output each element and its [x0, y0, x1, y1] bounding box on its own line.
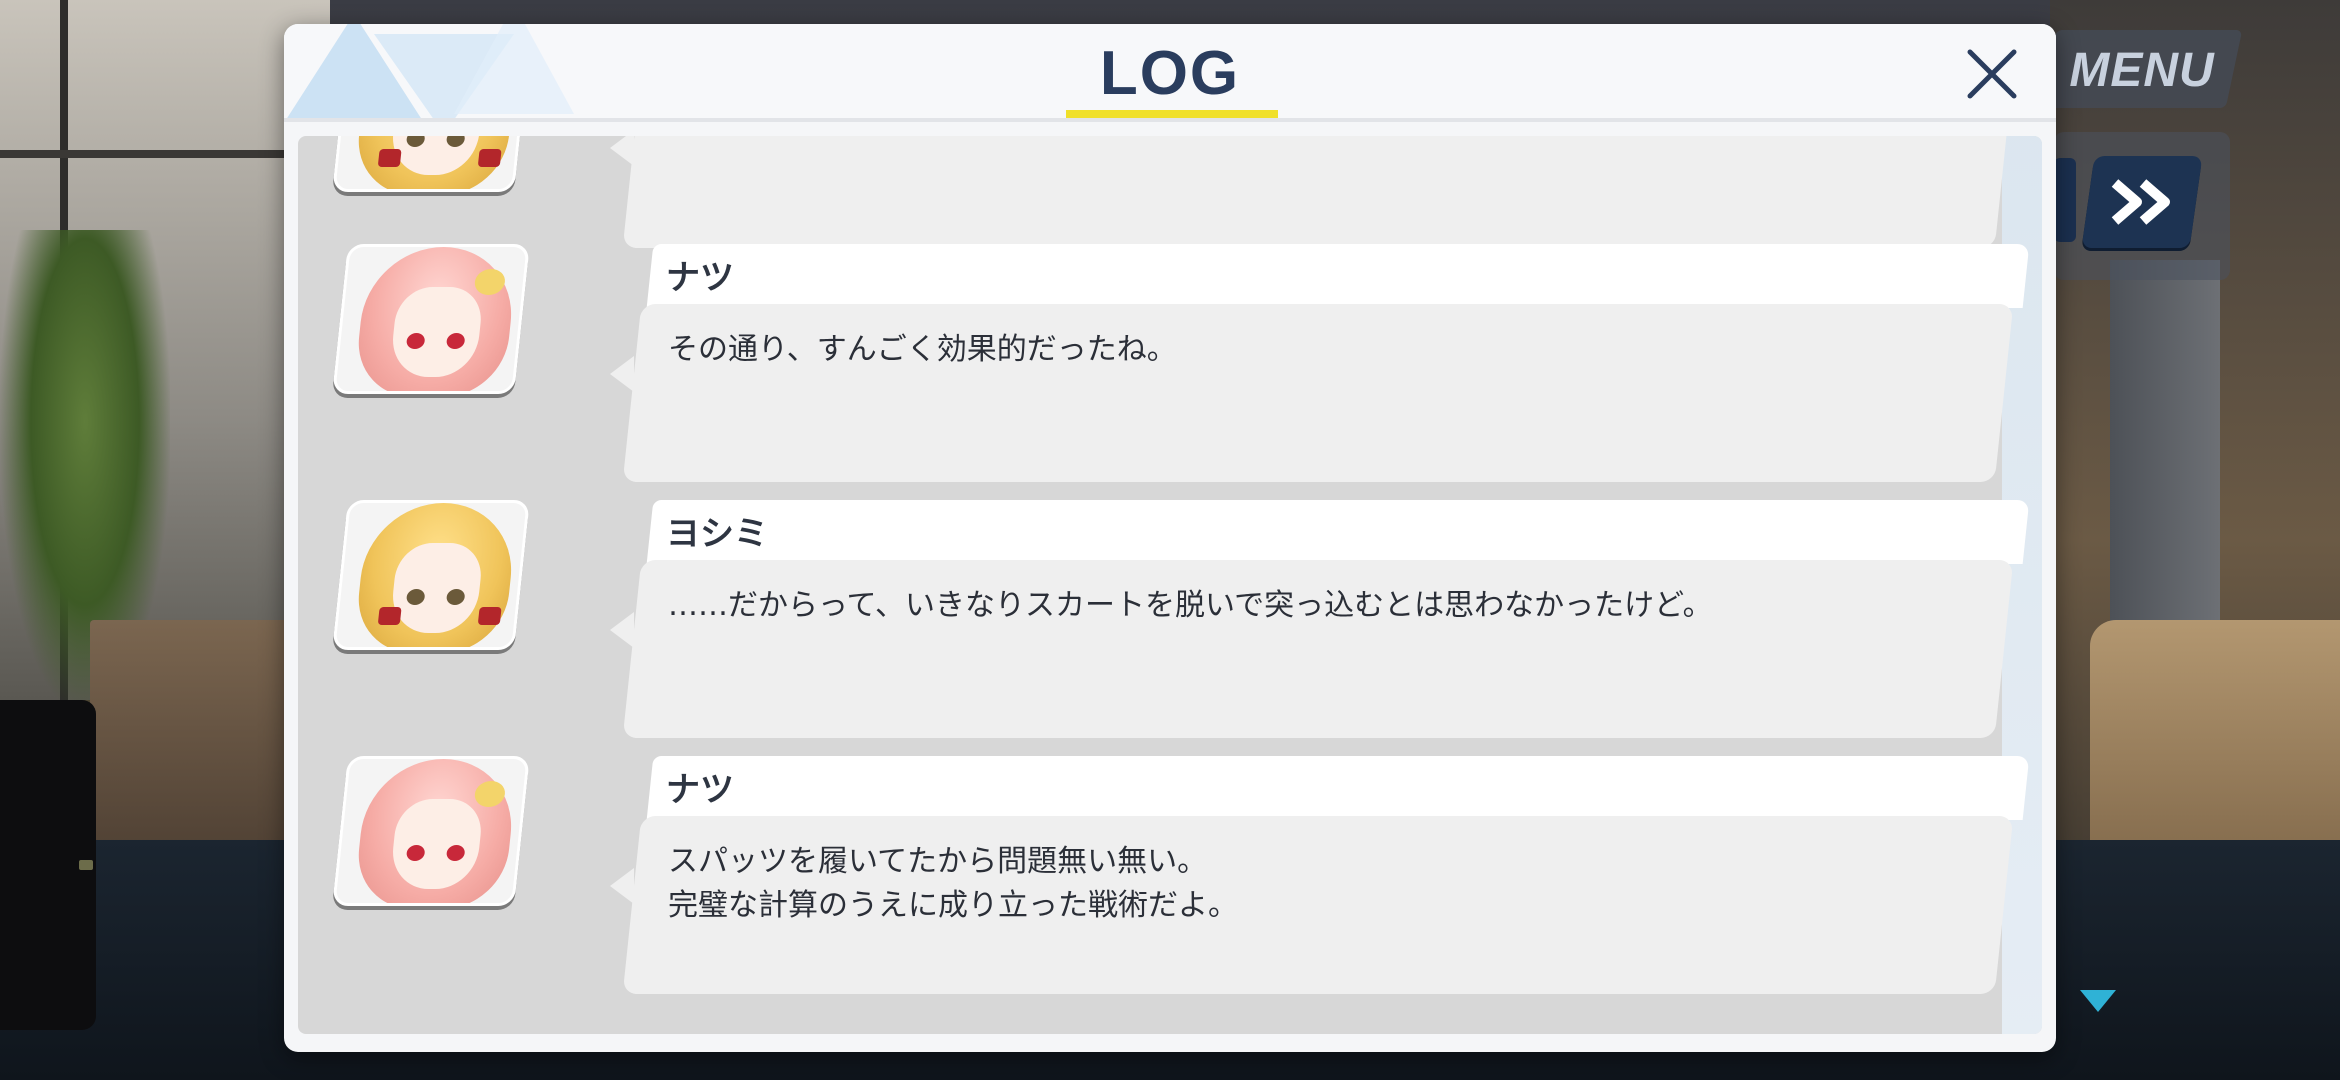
dialogue-line: その通り、すんごく効果的だったね。 [668, 332, 1177, 367]
log-dialog-header: LOG [284, 24, 2056, 120]
speaker-name: ナツ [666, 257, 734, 298]
natsu-portrait [332, 244, 530, 394]
log-dialog: LOG 真正面から勝てない相手には、想定外の方法で気を引く……だっけ？ [284, 24, 2056, 1052]
header-decoration [284, 24, 624, 120]
log-scroll-area[interactable]: 真正面から勝てない相手には、想定外の方法で気を引く……だっけ？ ナツ その通り、… [298, 136, 2042, 1034]
close-icon[interactable] [1962, 44, 2022, 104]
handle-mark [79, 860, 93, 870]
yoshimi-portrait [332, 500, 530, 650]
close-button[interactable] [1956, 38, 2028, 110]
speaker-name-plate [646, 500, 2030, 564]
natsu-portrait [332, 756, 530, 906]
dialogue-line: ……だからって、いきなりスカートを脱いで突っ込むとは思わなかったけど。 [668, 588, 1713, 623]
header-divider [284, 118, 2056, 122]
speaker-name-plate [646, 756, 2030, 820]
yoshimi-portrait [332, 136, 530, 192]
dialogue-line: 真正面から勝てない相手には、想定外の方法で気を引く……だっけ？ [668, 136, 1598, 144]
log-entry: ナツ その通り、すんごく効果的だったね。 [298, 244, 2042, 502]
dialog-title: LOG [1099, 38, 1241, 108]
side-panel-handle[interactable] [0, 700, 96, 1030]
log-entry: ナツ スパッツを履いてたから問題無い無い。 完璧な計算のうえに成り立った戦術だよ… [298, 756, 2042, 1014]
dialogue-line: スパッツを履いてたから問題無い無い。 [668, 844, 1208, 879]
speaker-name: ナツ [666, 769, 734, 810]
menu-button[interactable]: MENU [2062, 38, 2222, 102]
speaker-name-plate [646, 244, 2030, 308]
triangle-down-icon[interactable] [2080, 990, 2116, 1012]
dialogue-line: 完璧な計算のうえに成り立った戦術だよ。 [668, 888, 1238, 923]
auto-button[interactable] [2054, 158, 2076, 242]
log-entry: 真正面から勝てない相手には、想定外の方法で気を引く……だっけ？ [298, 136, 2042, 248]
speaker-name: ヨシミ [666, 513, 768, 554]
title-underline [1066, 110, 1278, 118]
double-chevron-right-icon[interactable] [2100, 166, 2184, 238]
dialogue-bubble [622, 136, 2014, 248]
log-entry: ヨシミ ……だからって、いきなりスカートを脱いで突っ込むとは思わなかったけど。 [298, 500, 2042, 758]
